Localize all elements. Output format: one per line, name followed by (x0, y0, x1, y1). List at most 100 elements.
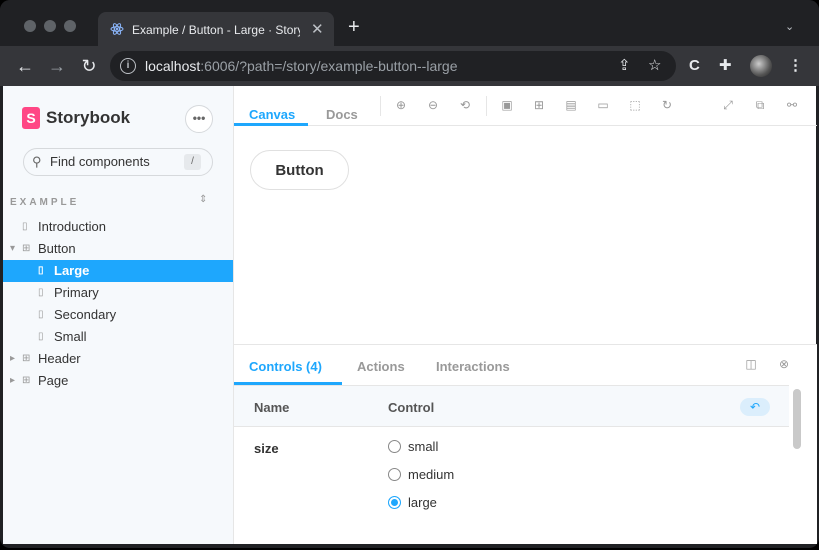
reset-controls-icon[interactable]: ↶ (740, 398, 770, 416)
radio-small[interactable]: small (388, 437, 528, 457)
url-host: localhost (145, 58, 201, 74)
sidebar-menu-button[interactable]: ••• (185, 105, 213, 133)
sidebar-item-introduction[interactable]: ▯ Introduction (3, 216, 233, 238)
avatar[interactable] (750, 55, 772, 77)
sidebar-item-label: Page (38, 373, 69, 388)
search-input[interactable] (50, 154, 180, 169)
star-icon[interactable]: ☆ (648, 56, 661, 76)
sidebar-item-label: Header (38, 351, 81, 366)
panel-scrollbar[interactable] (793, 389, 801, 449)
browser-tab[interactable]: Example / Button - Large · Storybook ✕ (98, 12, 334, 46)
open-new-tab-icon[interactable]: ⧉ (753, 98, 767, 112)
reload-icon[interactable]: ↻ (78, 55, 100, 77)
radio-label: small (408, 439, 439, 454)
measure-icon[interactable]: ▭ (596, 98, 610, 112)
sidebar-item-label: Secondary (54, 307, 117, 322)
sidebar-item-large[interactable]: ▯ Large (3, 260, 233, 282)
tab-search-chevron-icon[interactable]: ⌄ (785, 20, 794, 33)
radio-label: medium (408, 467, 455, 482)
storybook-logo-icon: S (22, 107, 40, 129)
puzzle-icon[interactable]: ✚ (719, 56, 732, 76)
react-icon (110, 23, 124, 35)
fullscreen-icon[interactable]: ⤢ (721, 98, 735, 112)
story-button[interactable]: Button (250, 150, 349, 190)
back-icon[interactable]: ← (14, 55, 36, 77)
bookmark-icon: ▯ (38, 287, 44, 298)
tab-controls[interactable]: Controls (4) (249, 359, 322, 374)
bookmark-icon: ▯ (38, 331, 44, 342)
url-text[interactable]: localhost:6006/?path=/story/example-butt… (145, 58, 457, 74)
minimize-window-button[interactable] (44, 20, 56, 32)
url-path: :6006/?path=/story/example-button--large (200, 58, 458, 74)
sidebar: S Storybook ••• ⚲ / EXAMPLE ⇕ ▯ Introduc… (3, 86, 233, 544)
expand-collapse-icon[interactable]: ⇕ (199, 194, 207, 205)
address-bar[interactable]: i localhost:6006/?path=/story/example-bu… (110, 51, 676, 81)
storybook-page: S Storybook ••• ⚲ / EXAMPLE ⇕ ▯ Introduc… (3, 86, 817, 544)
maximize-window-button[interactable] (64, 20, 76, 32)
canvas-toolbar: Canvas Docs ⊕ ⊖ ⟲ ▣ ⊞ ▤ ▭ ⬚ ↻ ⤢ ⧉ ⚯ (234, 86, 817, 126)
sidebar-item-button[interactable]: ▾ ⊞ Button (3, 238, 233, 260)
radio-large[interactable]: large (388, 493, 528, 513)
close-tab-icon[interactable]: ✕ (311, 20, 324, 38)
tab-canvas[interactable]: Canvas (249, 107, 295, 122)
divider (486, 96, 487, 116)
close-panel-icon[interactable]: ⊗ (777, 357, 791, 371)
tab-docs[interactable]: Docs (326, 107, 358, 122)
bookmark-icon: ▯ (38, 309, 44, 320)
extension-c-icon[interactable]: C (689, 56, 700, 76)
bookmark-icon: ▯ (38, 265, 44, 276)
radio-circle[interactable] (388, 440, 401, 453)
kebab-menu-icon[interactable]: ⋮ (788, 56, 803, 76)
sidebar-item-primary[interactable]: ▯ Primary (3, 282, 233, 304)
chevron-right-icon: ▸ (10, 375, 16, 386)
tab-bar: Example / Button - Large · Storybook ✕ +… (0, 0, 819, 46)
share-icon[interactable]: ⇪ (618, 56, 631, 76)
component-icon: ⊞ (22, 375, 31, 386)
chevron-down-icon: ▾ (10, 243, 16, 254)
panel-orientation-icon[interactable]: ◫ (744, 357, 758, 371)
component-icon: ⊞ (22, 353, 31, 364)
sidebar-item-label: Button (38, 241, 76, 256)
group-header-example[interactable]: EXAMPLE (10, 197, 79, 208)
column-header-control: Control (388, 400, 435, 415)
sidebar-item-label: Introduction (38, 219, 106, 234)
info-icon[interactable]: i (120, 58, 136, 74)
grid-icon[interactable]: ⊞ (532, 98, 546, 112)
sidebar-item-page[interactable]: ▸ ⊞ Page (3, 370, 233, 392)
browser-toolbar: ← → ↻ i localhost:6006/?path=/story/exam… (0, 46, 819, 86)
search-icon: ⚲ (32, 154, 42, 169)
addons-panel: Controls (4) Actions Interactions ◫ ⊗ Na… (234, 344, 817, 544)
tab-actions[interactable]: Actions (357, 359, 405, 374)
radio-circle-selected[interactable] (388, 496, 401, 509)
sidebar-item-header[interactable]: ▸ ⊞ Header (3, 348, 233, 370)
copy-link-icon[interactable]: ⚯ (785, 98, 799, 112)
zoom-in-icon[interactable]: ⊕ (394, 98, 408, 112)
component-icon: ⊞ (22, 243, 31, 254)
chevron-right-icon: ▸ (10, 353, 16, 364)
remount-icon[interactable]: ↻ (660, 98, 674, 112)
divider (380, 96, 381, 116)
radio-circle[interactable] (388, 468, 401, 481)
outline-icon[interactable]: ⬚ (628, 98, 642, 112)
search-shortcut-badge: / (184, 154, 201, 170)
forward-icon[interactable]: → (46, 55, 68, 77)
tab-interactions[interactable]: Interactions (436, 359, 510, 374)
document-icon: ▯ (22, 221, 28, 232)
controls-table-header: Name Control ↶ (234, 385, 789, 427)
search-box[interactable]: ⚲ / (23, 148, 213, 176)
radio-label: large (408, 495, 437, 510)
viewport-icon[interactable]: ▤ (564, 98, 578, 112)
new-tab-button[interactable]: + (348, 17, 360, 37)
active-tab-indicator (234, 123, 308, 126)
sidebar-item-label: Primary (54, 285, 99, 300)
radio-medium[interactable]: medium (388, 465, 528, 485)
background-icon[interactable]: ▣ (500, 98, 514, 112)
column-header-name: Name (254, 400, 290, 415)
arg-name-size: size (254, 441, 279, 456)
close-window-button[interactable] (24, 20, 36, 32)
sidebar-item-secondary[interactable]: ▯ Secondary (3, 304, 233, 326)
zoom-out-icon[interactable]: ⊖ (426, 98, 440, 112)
sidebar-item-small[interactable]: ▯ Small (3, 326, 233, 348)
sidebar-item-label: Small (54, 329, 87, 344)
zoom-reset-icon[interactable]: ⟲ (458, 98, 472, 112)
